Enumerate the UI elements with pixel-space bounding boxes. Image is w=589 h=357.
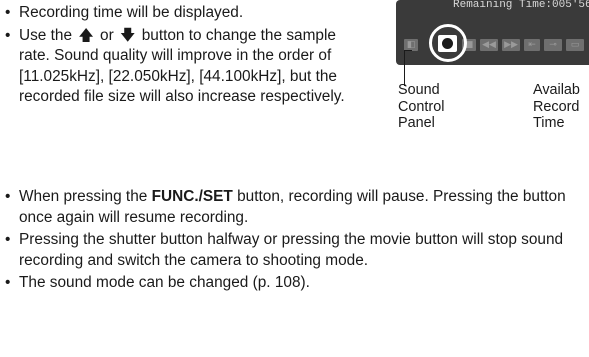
bullet-icon: • (5, 274, 11, 292)
rewind-icon: ◀◀ (480, 39, 498, 51)
callout-line (404, 50, 412, 51)
bullet-icon: • (5, 188, 11, 205)
bullet-icon: • (5, 26, 11, 44)
list-item: • When pressing the FUNC./SET button, re… (2, 187, 589, 228)
available-recording-time-label: Availab Record Time (533, 82, 580, 131)
bullet-icon: • (5, 231, 11, 249)
camera-screen-illustration: Remaining Time:005'56 ◧ ■ ◀◀ ▶▶ ⇤ ⊸ ▭ (396, 0, 589, 65)
record-icon (438, 35, 457, 52)
skip-icon: ⇤ (524, 39, 540, 51)
list-item: • Use the 🡅 or 🡇 button to change the sa… (2, 26, 362, 108)
list-item: • Recording time will be displayed. (2, 3, 362, 24)
bullet-text: Pressing the shutter button halfway or p… (19, 231, 564, 269)
exit-icon: ▭ (566, 39, 584, 51)
sound-control-panel-label: Sound Control Panel (398, 82, 445, 131)
func-set-button-name: FUNC./SET (151, 188, 233, 205)
bullet-text-or: or (100, 26, 114, 44)
bullet-text: Recording time will be displayed. (19, 4, 244, 21)
callout-line (404, 50, 405, 86)
bullet-text-start: Use the (19, 26, 73, 44)
bullet-text-start: When pressing the (19, 188, 152, 205)
up-arrow-icon: 🡅 (78, 26, 94, 44)
bullet-icon: • (5, 4, 11, 21)
remaining-time-readout: Remaining Time:005'56 (453, 0, 589, 11)
down-arrow-icon: 🡇 (120, 26, 136, 44)
fast-forward-icon: ▶▶ (502, 39, 520, 51)
list-item: • The sound mode can be changed (p. 108)… (2, 273, 589, 294)
bottom-bullet-list: • When pressing the FUNC./SET button, re… (2, 187, 589, 294)
list-item: • Pressing the shutter button halfway or… (2, 230, 589, 271)
top-bullet-list: • Recording time will be displayed. • Us… (2, 3, 362, 108)
key-icon: ⊸ (544, 39, 562, 51)
bullet-text: The sound mode can be changed (p. 108). (19, 274, 310, 292)
manual-page: • Recording time will be displayed. • Us… (0, 0, 589, 357)
